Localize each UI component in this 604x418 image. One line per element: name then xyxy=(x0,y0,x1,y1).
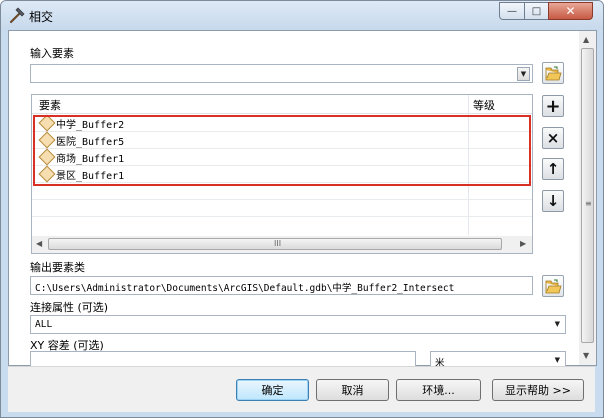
chevron-down-icon[interactable]: ▼ xyxy=(517,67,530,81)
column-header-feature[interactable]: 要素 xyxy=(39,97,61,113)
empty-row xyxy=(32,182,532,200)
join-attributes-select[interactable]: ALL ▼ xyxy=(30,315,566,334)
list-item[interactable]: 景区_Buffer1 xyxy=(32,165,532,183)
move-up-button[interactable]: ↑ xyxy=(542,158,564,180)
empty-row xyxy=(32,216,532,233)
maximize-button[interactable]: □ xyxy=(524,2,549,20)
open-folder-icon xyxy=(545,66,562,80)
polygon-feature-icon xyxy=(38,114,56,132)
list-item[interactable]: 商场_Buffer1 xyxy=(32,148,532,166)
feature-name: 商场_Buffer1 xyxy=(56,154,125,165)
join-attributes-value: ALL xyxy=(35,319,53,330)
chevron-down-icon[interactable]: ▼ xyxy=(555,356,560,364)
output-path-field[interactable]: C:\Users\Administrator\Documents\ArcGIS\… xyxy=(30,276,533,295)
environments-button[interactable]: 环境... xyxy=(396,379,481,401)
horizontal-scrollbar[interactable]: ◀ III ▶ xyxy=(32,236,532,253)
vertical-scrollbar[interactable]: ▲ ≡ ▼ xyxy=(579,31,596,365)
maximize-icon: □ xyxy=(531,5,542,17)
close-icon: ✕ xyxy=(565,4,576,18)
browse-output-button[interactable] xyxy=(542,275,564,297)
cancel-button[interactable]: 取消 xyxy=(316,379,389,401)
window-title: 相交 xyxy=(29,10,54,24)
feature-name: 中学_Buffer2 xyxy=(56,120,125,131)
scroll-left-icon[interactable]: ◀ xyxy=(36,239,42,248)
list-item[interactable]: 中学_Buffer2 xyxy=(32,114,532,132)
minimize-icon: — xyxy=(507,5,517,17)
input-features-label: 输入要素 xyxy=(30,47,74,60)
plus-icon: + xyxy=(545,95,561,117)
tool-form: 输入要素 ▼ 要素 等级 中学_Buffer2 医院_Buffer5 商场_Bu… xyxy=(8,30,597,370)
hammer-icon xyxy=(9,7,25,24)
ok-button[interactable]: 确定 xyxy=(236,379,309,401)
feature-name: 医院_Buffer5 xyxy=(56,137,125,148)
show-help-button[interactable]: 显示帮助 >> xyxy=(492,379,584,401)
join-attributes-label: 连接属性 (可选) xyxy=(30,301,109,314)
move-down-button[interactable]: ↓ xyxy=(542,190,564,212)
open-folder-icon xyxy=(545,279,562,293)
column-header-rank[interactable]: 等级 xyxy=(473,97,495,113)
chevron-down-icon[interactable]: ▼ xyxy=(555,320,560,328)
browse-input-button[interactable] xyxy=(542,62,564,84)
button-bar: 确定 取消 环境... 显示帮助 >> xyxy=(8,366,595,412)
arrow-up-icon: ↑ xyxy=(546,160,560,178)
x-icon: × xyxy=(546,129,560,147)
scroll-thumb[interactable]: ≡ xyxy=(581,48,594,343)
scroll-down-icon[interactable]: ▼ xyxy=(583,351,589,360)
scroll-up-icon[interactable]: ▲ xyxy=(583,35,589,44)
title-bar[interactable]: 相交 — □ ✕ xyxy=(1,1,603,30)
minimize-button[interactable]: — xyxy=(499,2,525,20)
grip-icon: III xyxy=(274,239,282,248)
output-path-value: C:\Users\Administrator\Documents\ArcGIS\… xyxy=(35,283,455,294)
input-features-combo[interactable]: ▼ xyxy=(30,64,533,83)
scroll-thumb[interactable]: III xyxy=(48,238,502,250)
grip-icon: ≡ xyxy=(585,199,592,208)
feature-name: 景区_Buffer1 xyxy=(56,171,125,182)
list-header: 要素 等级 xyxy=(32,95,532,114)
polygon-feature-icon xyxy=(38,165,56,183)
arrow-down-icon: ↓ xyxy=(546,192,560,210)
close-button[interactable]: ✕ xyxy=(548,2,593,20)
list-item[interactable]: 医院_Buffer5 xyxy=(32,131,532,149)
add-row-button[interactable]: + xyxy=(542,95,564,117)
output-label: 输出要素类 xyxy=(30,261,85,274)
intersect-dialog: 相交 — □ ✕ 输入要素 ▼ 要素 等级 中学_Buffer2 医院_Buff… xyxy=(0,0,604,418)
polygon-feature-icon xyxy=(38,148,56,166)
scroll-right-icon[interactable]: ▶ xyxy=(520,239,526,248)
polygon-feature-icon xyxy=(38,131,56,149)
input-features-list[interactable]: 要素 等级 中学_Buffer2 医院_Buffer5 商场_Buffer1 景… xyxy=(31,94,533,254)
remove-row-button[interactable]: × xyxy=(542,127,564,149)
empty-row xyxy=(32,199,532,217)
